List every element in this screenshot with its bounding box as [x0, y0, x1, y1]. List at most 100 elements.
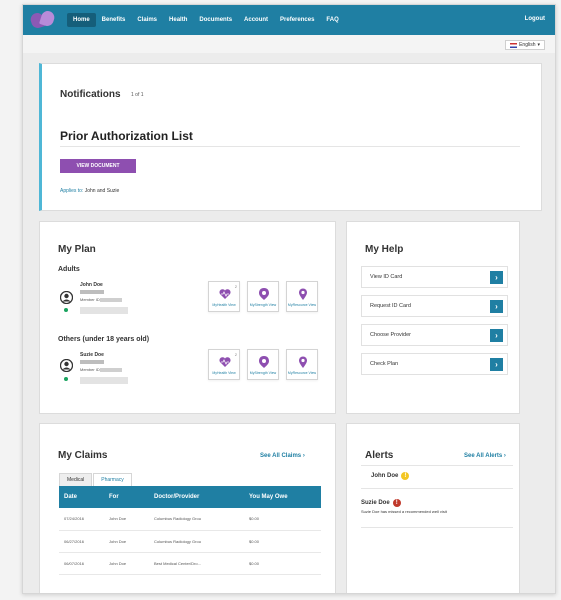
see-all-alerts-link[interactable]: See All Alerts › [464, 453, 506, 459]
member-info-redacted [80, 377, 128, 384]
tile-label: MyHealth View [212, 303, 236, 307]
member-detail-redacted [80, 360, 104, 364]
table-cell: 06/07/2016 [59, 552, 104, 575]
help-item-label: Check Plan [370, 361, 399, 367]
see-all-claims-link[interactable]: See All Claims › [260, 453, 305, 459]
location-pin-icon [299, 356, 307, 368]
tile-label: MyStrength View [249, 371, 277, 375]
alerts-card: Alerts See All Alerts › John Doe! Suzie … [346, 423, 520, 593]
table-cell: 06/27/2016 [59, 530, 104, 553]
applies-to: Applies to: John and Suzie [60, 188, 119, 194]
nav-account[interactable]: Account [238, 13, 274, 27]
strength-icon [259, 288, 269, 300]
mystrength-view-tile[interactable]: MyStrength View [247, 349, 279, 380]
table-row[interactable]: 07/24/2016 John Doe Columbus Radiology G… [59, 508, 321, 531]
tab-medical[interactable]: Medical [59, 473, 93, 487]
brand-logo[interactable] [29, 9, 57, 30]
table-cell: Columbus Radiology Grou [149, 508, 244, 531]
top-navbar: Home Benefits Claims Health Documents Ac… [23, 5, 555, 35]
help-item-label: Choose Provider [370, 332, 411, 338]
myhealth-view-tile[interactable]: 2 MyHealth View [208, 281, 240, 312]
help-item-label: Request ID Card [370, 303, 411, 309]
nav-health[interactable]: Health [163, 13, 193, 27]
member-id-redacted [100, 368, 122, 372]
browser-frame: Home Benefits Claims Health Documents Ac… [22, 4, 556, 594]
column-header[interactable]: For [104, 486, 149, 508]
strength-icon [259, 356, 269, 368]
tile-badge: 2 [234, 352, 237, 357]
nav-documents[interactable]: Documents [193, 13, 238, 27]
member-id-label: Member ID: [80, 367, 101, 372]
logout-link[interactable]: Logout [525, 16, 545, 22]
my-help-title: My Help [365, 244, 404, 255]
member-id-redacted [100, 298, 122, 302]
notifications-count: 1 of 1 [131, 92, 144, 98]
flag-icon [510, 42, 518, 48]
nav-home[interactable]: Home [67, 13, 96, 27]
myresource-view-tile[interactable]: MyResource View [286, 281, 318, 312]
language-select[interactable]: English ▾ [505, 40, 545, 50]
table-cell: John Doe [104, 508, 149, 531]
table-row[interactable]: 06/07/2016 John Doe Best Medical Center/… [59, 552, 321, 575]
myresource-view-tile[interactable]: MyResource View [286, 349, 318, 380]
warning-icon: ! [401, 472, 410, 480]
choose-provider-button[interactable]: Choose Provider › [361, 324, 508, 346]
nav-faq[interactable]: FAQ [320, 13, 344, 27]
alert-name: Suzie Doe [361, 500, 390, 506]
my-claims-title: My Claims [58, 450, 108, 461]
alert-error-icon: ! [392, 499, 401, 507]
table-cell: $0.00 [244, 552, 321, 575]
table-cell: $0.00 [244, 530, 321, 553]
chevron-right-icon: › [490, 329, 503, 342]
tab-pharmacy[interactable]: Pharmacy [93, 473, 132, 487]
member-detail-redacted [80, 290, 104, 294]
claims-tabs: Medical Pharmacy [59, 473, 132, 487]
check-plan-button[interactable]: Check Plan › [361, 353, 508, 375]
alert-name: John Doe [371, 473, 399, 479]
see-all-claims-label: See All Claims [260, 453, 302, 459]
tile-badge: 2 [234, 284, 237, 289]
table-row[interactable]: 06/27/2016 John Doe Columbus Radiology G… [59, 530, 321, 553]
member-name: John Doe [80, 282, 103, 288]
column-header[interactable]: You May Owe [244, 486, 321, 508]
alert-item[interactable]: John Doe! [361, 472, 513, 480]
divider [361, 488, 513, 489]
member-id-label: Member ID: [80, 297, 101, 302]
chevron-right-icon: › [490, 300, 503, 313]
table-cell: Columbus Radiology Grou [149, 530, 244, 553]
see-all-alerts-label: See All Alerts [464, 453, 503, 459]
claims-table: Date For Doctor/Provider You May Owe 07/… [59, 486, 321, 575]
alert-item[interactable]: Suzie Doe! Suzie Doe has missed a recomm… [361, 499, 513, 514]
column-header[interactable]: Doctor/Provider [149, 486, 244, 508]
language-bar: English ▾ [23, 35, 555, 53]
my-help-card: My Help View ID Card › Request ID Card ›… [346, 221, 520, 414]
member-name: Suzie Doe [80, 352, 104, 358]
table-cell: 07/24/2016 [59, 508, 104, 531]
alert-message: Suzie Doe has missed a recommended well … [361, 509, 447, 514]
table-cell: John Doe [104, 552, 149, 575]
member-info-redacted [80, 307, 128, 314]
my-plan-card: My Plan Adults John Doe Member ID: 2 MyH… [39, 221, 336, 414]
column-header[interactable]: Date [59, 486, 104, 508]
mystrength-view-tile[interactable]: MyStrength View [247, 281, 279, 312]
view-document-button[interactable]: VIEW DOCUMENT [60, 159, 136, 173]
myhealth-view-tile[interactable]: 2 MyHealth View [208, 349, 240, 380]
heart-icon [219, 357, 231, 367]
divider [361, 527, 513, 528]
tile-label: MyResource View [287, 303, 317, 307]
my-claims-card: My Claims See All Claims › Medical Pharm… [39, 423, 336, 593]
table-cell: John Doe [104, 530, 149, 553]
notification-item-title: Prior Authorization List [60, 129, 193, 143]
request-id-card-button[interactable]: Request ID Card › [361, 295, 508, 317]
nav-benefits[interactable]: Benefits [96, 13, 132, 27]
applies-label: Applies to: [60, 188, 84, 194]
chevron-right-icon: › [503, 453, 506, 459]
location-pin-icon [299, 288, 307, 300]
view-id-card-button[interactable]: View ID Card › [361, 266, 508, 288]
nav-preferences[interactable]: Preferences [274, 13, 320, 27]
user-avatar-icon [60, 291, 73, 304]
heart-icon [219, 289, 231, 299]
table-cell: $0.00 [244, 508, 321, 531]
adults-heading: Adults [58, 266, 80, 273]
nav-claims[interactable]: Claims [131, 13, 163, 27]
